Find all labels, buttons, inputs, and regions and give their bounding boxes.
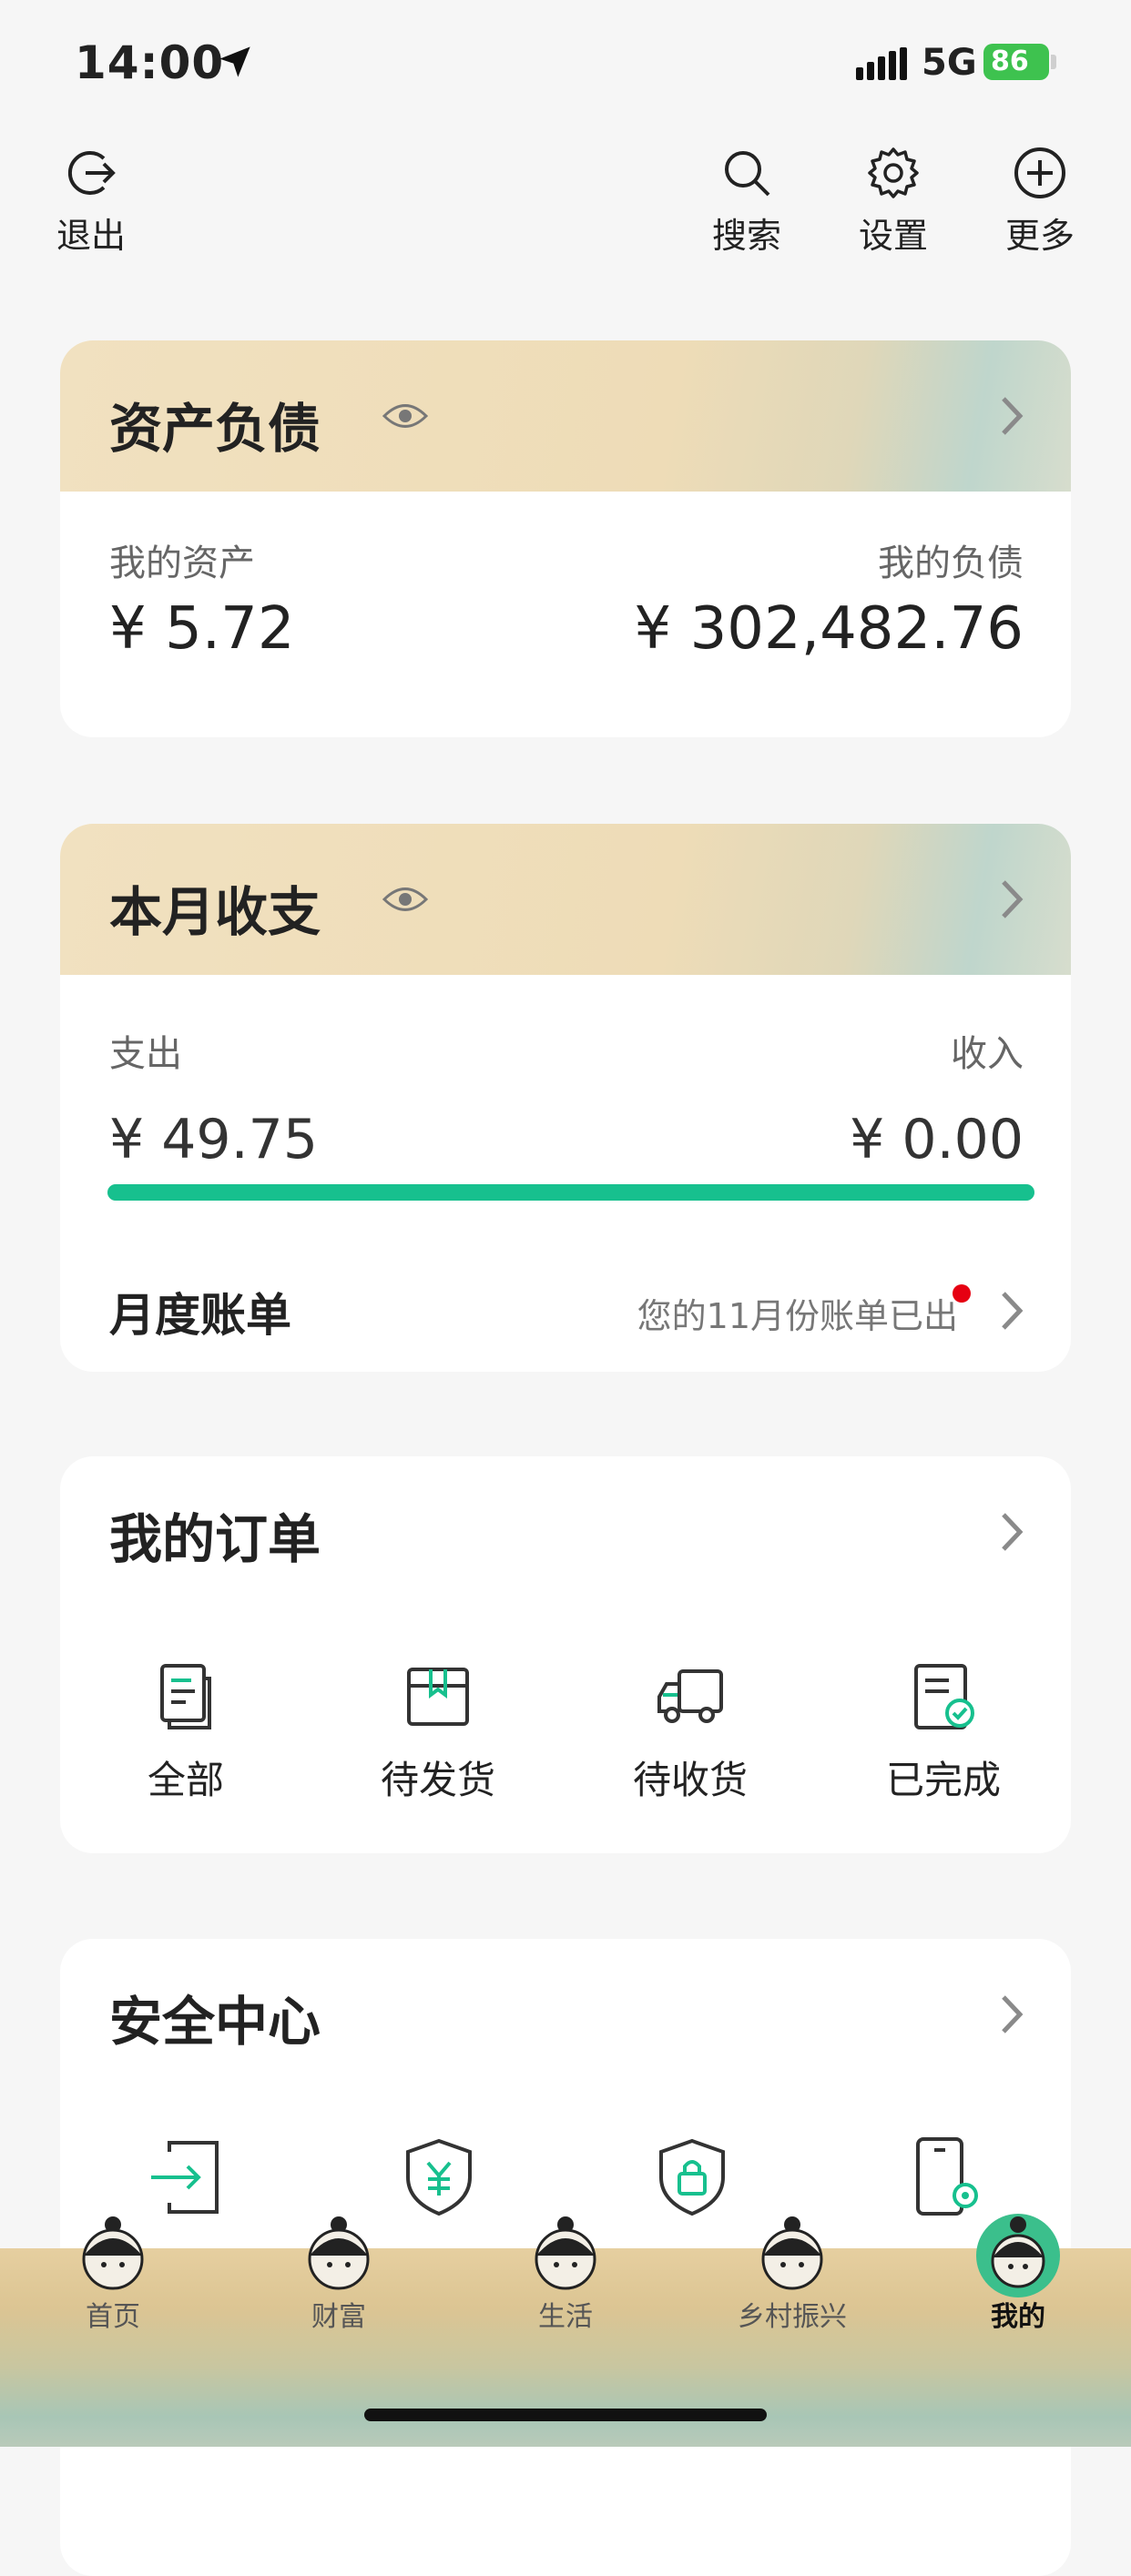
my-debt-value: ¥ 302,482.76 xyxy=(634,595,1024,663)
cartoon-avatar-icon xyxy=(535,2216,596,2290)
order-completed-button[interactable]: 已完成 xyxy=(852,1660,1034,1805)
order-to-receive-button[interactable]: 待收货 xyxy=(599,1660,781,1805)
more-label: 更多 xyxy=(1004,216,1075,256)
tab-mine[interactable]: 我的 xyxy=(927,2214,1109,2334)
tab-rural-label: 乡村振兴 xyxy=(738,2301,847,2333)
shield-lock-icon xyxy=(659,2138,725,2216)
monthly-bill-label: 月度账单 xyxy=(109,1289,291,1342)
network-type: 5G xyxy=(922,42,977,84)
my-debt-label: 我的负债 xyxy=(878,543,1024,584)
tab-life-label: 生活 xyxy=(538,2301,593,2333)
completed-doc-icon xyxy=(914,1664,974,1729)
expense-label: 支出 xyxy=(109,1033,182,1075)
home-indicator xyxy=(364,2409,767,2421)
package-box-icon xyxy=(407,1668,469,1726)
order-to-ship-label: 待发货 xyxy=(380,1758,495,1802)
status-time: 14:00 xyxy=(75,36,225,89)
tab-mine-label: 我的 xyxy=(991,2301,1045,2333)
tab-home-label: 首页 xyxy=(86,2301,140,2333)
eye-icon[interactable] xyxy=(382,401,428,431)
tab-life[interactable]: 生活 xyxy=(474,2216,657,2334)
search-icon xyxy=(725,151,770,197)
top-nav: 退出 搜索 设置 更多 xyxy=(0,137,1131,264)
monthly-bill-note: 您的11月份账单已出 xyxy=(637,1296,958,1336)
order-completed-label: 已完成 xyxy=(885,1758,1001,1802)
battery-cap xyxy=(1051,55,1056,69)
settings-button[interactable]: 设置 xyxy=(839,144,948,258)
monthly-card[interactable]: 本月收支 支出 收入 ¥ 49.75 ¥ 0.00 月度账单 您的11月份账单已… xyxy=(60,824,1071,1372)
tab-rural[interactable]: 乡村振兴 xyxy=(701,2216,883,2334)
expense-value: ¥ 49.75 xyxy=(109,1108,319,1171)
eye-icon[interactable] xyxy=(382,884,428,915)
my-assets-value: ¥ 5.72 xyxy=(109,595,295,663)
search-button[interactable]: 搜索 xyxy=(692,144,801,258)
expense-income-bar xyxy=(107,1184,1034,1201)
exit-icon xyxy=(67,151,116,195)
shield-yuan-icon xyxy=(406,2138,472,2216)
security-title: 安全中心 xyxy=(109,1991,321,2053)
notification-dot xyxy=(953,1284,971,1303)
orders-card: 我的订单 全部 待发货 待收货 已完成 xyxy=(60,1456,1071,1853)
plus-circle-icon xyxy=(1014,147,1065,198)
order-to-ship-button[interactable]: 待发货 xyxy=(347,1660,529,1805)
exit-label: 退出 xyxy=(56,216,126,256)
chevron-right-icon xyxy=(1002,397,1024,435)
gear-icon xyxy=(868,147,919,198)
monthly-bill-row[interactable]: 月度账单 您的11月份账单已出 xyxy=(60,1246,1071,1372)
chevron-right-icon xyxy=(1002,1995,1024,2033)
chevron-right-icon xyxy=(1002,880,1024,918)
assets-card[interactable]: 资产负债 我的资产 ¥ 5.72 我的负债 ¥ 302,482.76 xyxy=(60,340,1071,737)
signal-icon xyxy=(856,47,907,80)
document-list-icon xyxy=(160,1664,211,1729)
security-header[interactable]: 安全中心 xyxy=(60,1939,1071,2084)
monthly-title: 本月收支 xyxy=(109,881,321,943)
tab-wealth-label: 财富 xyxy=(311,2301,366,2333)
battery-level: 86 xyxy=(983,44,1049,80)
assets-title: 资产负债 xyxy=(109,398,321,460)
order-to-receive-label: 待收货 xyxy=(632,1758,748,1802)
chevron-right-icon xyxy=(1002,1513,1024,1551)
order-all-label: 全部 xyxy=(147,1758,224,1802)
cartoon-avatar-icon xyxy=(308,2216,370,2290)
settings-label: 设置 xyxy=(858,216,928,256)
my-assets-label: 我的资产 xyxy=(109,543,255,584)
income-label: 收入 xyxy=(951,1033,1024,1075)
tab-wealth[interactable]: 财富 xyxy=(248,2216,430,2334)
orders-header[interactable]: 我的订单 xyxy=(60,1456,1071,1602)
order-all-button[interactable]: 全部 xyxy=(95,1660,277,1805)
tab-home[interactable]: 首页 xyxy=(22,2216,204,2334)
location-arrow-icon xyxy=(219,46,250,77)
phone-gear-icon xyxy=(916,2137,978,2216)
expense-bar-fill xyxy=(107,1184,1034,1201)
income-value: ¥ 0.00 xyxy=(850,1108,1024,1171)
status-bar: 14:00 5G 86 xyxy=(0,0,1131,127)
orders-title: 我的订单 xyxy=(109,1508,321,1570)
cartoon-avatar-icon xyxy=(761,2216,823,2290)
exit-button[interactable]: 退出 xyxy=(36,144,146,258)
login-icon xyxy=(151,2141,219,2214)
cartoon-avatar-icon xyxy=(82,2216,144,2290)
more-button[interactable]: 更多 xyxy=(985,144,1095,258)
chevron-right-icon xyxy=(1002,1292,1024,1330)
search-label: 搜索 xyxy=(711,216,781,256)
truck-icon xyxy=(657,1669,723,1723)
cartoon-avatar-active-icon xyxy=(976,2214,1060,2297)
monthly-card-header[interactable]: 本月收支 xyxy=(60,824,1071,975)
assets-card-header[interactable]: 资产负债 xyxy=(60,340,1071,492)
